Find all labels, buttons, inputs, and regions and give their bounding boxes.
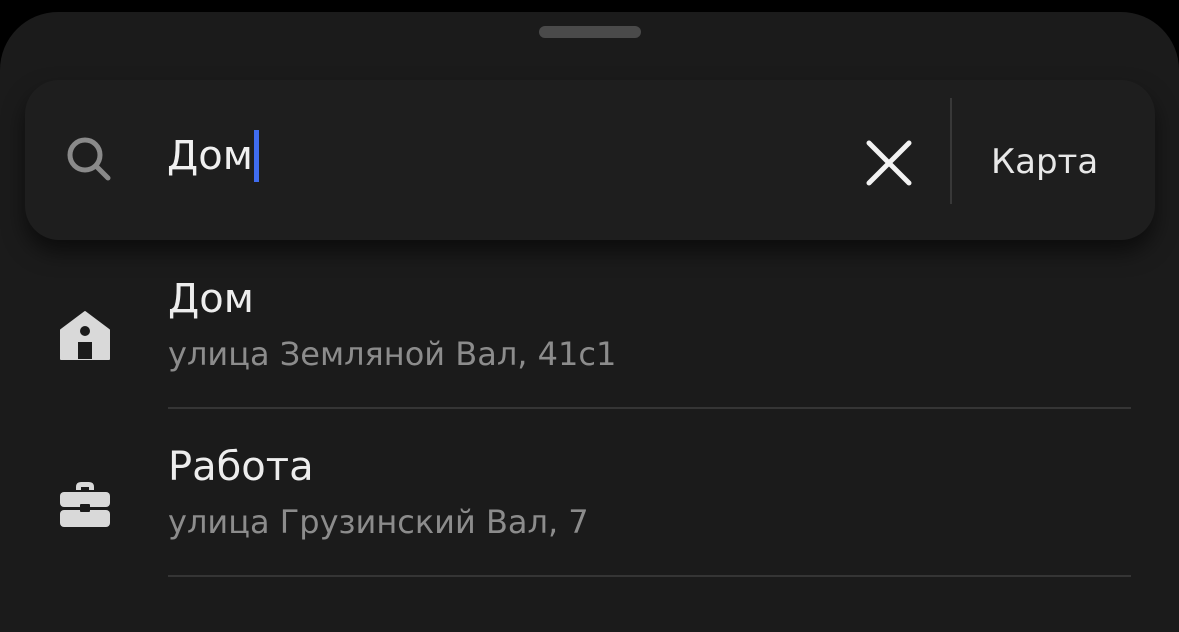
bottom-sheet: Дом Карта Дом улица Земляной Вал, 41с1 Р…: [0, 12, 1179, 632]
suggestion-title: Работа: [168, 444, 314, 490]
search-bar-divider: [950, 98, 952, 204]
suggestion-title: Дом: [168, 276, 254, 322]
suggestion-address: улица Грузинский Вал, 7: [168, 503, 589, 541]
search-icon: [63, 133, 115, 185]
search-query-text: Дом: [167, 133, 253, 179]
list-divider: [168, 575, 1131, 577]
suggestion-work[interactable]: Работа улица Грузинский Вал, 7: [0, 430, 1179, 596]
suggestion-home[interactable]: Дом улица Земляной Вал, 41с1: [0, 262, 1179, 428]
suggestion-address: улица Земляной Вал, 41с1: [168, 335, 617, 373]
home-icon: [58, 309, 112, 363]
search-input[interactable]: Дом: [167, 126, 259, 186]
close-icon[interactable]: [865, 139, 913, 187]
search-bar: Дом Карта: [25, 80, 1155, 240]
list-divider: [168, 407, 1131, 409]
sheet-grabber-handle[interactable]: [539, 26, 641, 38]
text-caret: [253, 130, 259, 182]
map-button[interactable]: Карта: [991, 132, 1117, 192]
briefcase-icon: [58, 477, 112, 531]
